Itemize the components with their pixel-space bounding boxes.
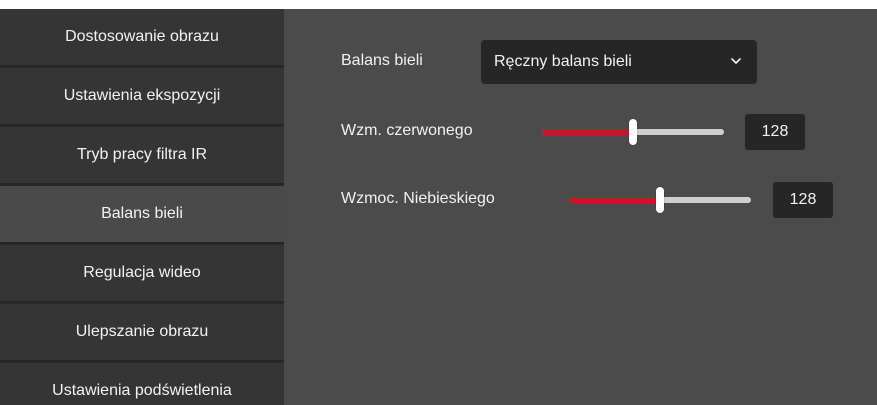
sidebar-item-label: Tryb pracy filtra IR	[76, 146, 208, 163]
chevron-down-icon	[731, 58, 741, 64]
white-balance-panel: Balans bieli Ręczny balans bieli Wzm. cz…	[284, 9, 877, 405]
app-window: Dostosowanie obrazu Ustawienia ekspozycj…	[0, 0, 877, 405]
red-gain-value[interactable]: 128	[745, 114, 805, 150]
red-gain-slider[interactable]	[542, 117, 724, 147]
sidebar-item-ir-filter-mode[interactable]: Tryb pracy filtra IR	[0, 127, 284, 185]
sidebar-item-video-adjustment[interactable]: Regulacja wideo	[0, 245, 284, 303]
sidebar-item-white-balance[interactable]: Balans bieli	[0, 186, 284, 244]
sidebar-item-label: Balans bieli	[101, 205, 183, 222]
blue-gain-value[interactable]: 128	[773, 182, 833, 218]
sidebar-item-label: Dostosowanie obrazu	[65, 28, 219, 45]
sidebar-item-label: Ustawienia ekspozycji	[63, 87, 221, 104]
slider-fill	[542, 129, 633, 135]
red-gain-label: Wzm. czerwonego	[341, 122, 473, 139]
sidebar-item-label: Ustawienia podświetlenia	[52, 382, 232, 399]
red-gain-value-text: 128	[761, 123, 789, 140]
sidebar-item-exposure-settings[interactable]: Ustawienia ekspozycji	[0, 68, 284, 126]
white-balance-label: Balans bieli	[341, 52, 423, 69]
blue-gain-slider[interactable]	[569, 185, 751, 215]
slider-thumb[interactable]	[629, 119, 637, 145]
white-balance-selected-value: Ręczny balans bieli	[494, 53, 632, 70]
sidebar-item-image-enhancement[interactable]: Ulepszanie obrazu	[0, 304, 284, 362]
sidebar: Dostosowanie obrazu Ustawienia ekspozycj…	[0, 9, 284, 405]
blue-gain-value-text: 128	[789, 191, 817, 208]
slider-thumb[interactable]	[656, 187, 664, 213]
slider-fill	[569, 197, 660, 203]
blue-gain-label: Wzmoc. Niebieskiego	[341, 190, 495, 207]
sidebar-item-label: Ulepszanie obrazu	[75, 323, 209, 340]
sidebar-item-label: Regulacja wideo	[83, 264, 201, 281]
sidebar-item-backlight-settings[interactable]: Ustawienia podświetlenia	[0, 363, 284, 405]
white-balance-select[interactable]: Ręczny balans bieli	[481, 40, 757, 84]
sidebar-item-image-adjustment[interactable]: Dostosowanie obrazu	[0, 9, 284, 67]
